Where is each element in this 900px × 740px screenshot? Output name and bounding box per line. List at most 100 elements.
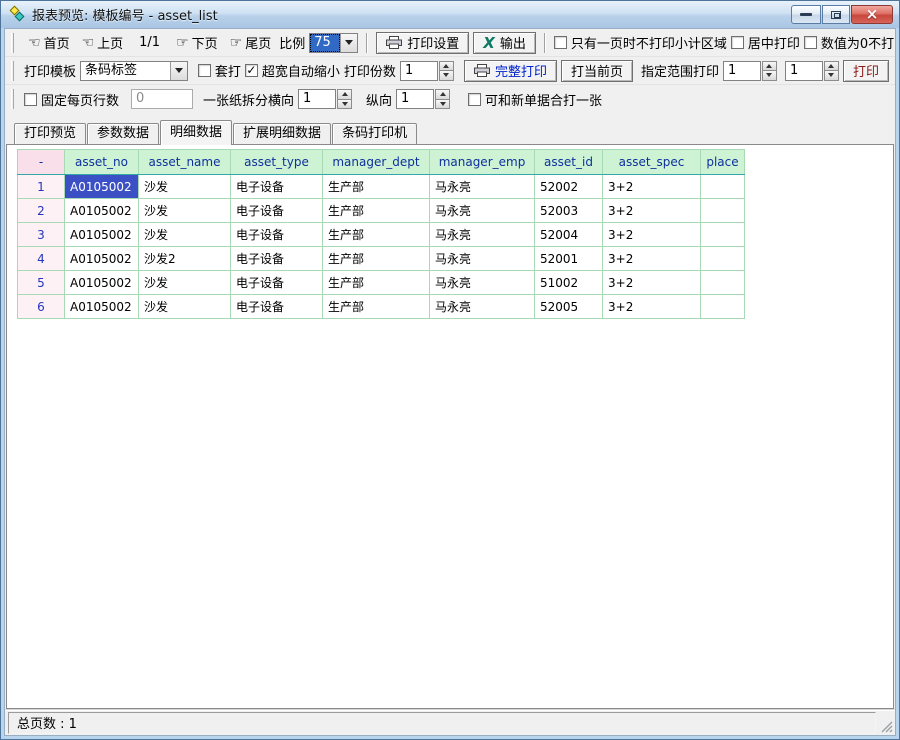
grid-cell[interactable]: 马永亮 (430, 247, 535, 271)
grid-cell[interactable]: 生产部 (323, 223, 430, 247)
print-current-page-button[interactable]: 打当前页 (561, 60, 633, 82)
grid-cell[interactable]: 电子设备 (231, 199, 323, 223)
checkbox-fixed-rows[interactable]: 固定每页行数 (24, 90, 119, 109)
spin-down-icon[interactable] (824, 71, 839, 81)
grid-cell[interactable]: 3+2 (603, 175, 701, 199)
toolbar-grip[interactable] (11, 89, 14, 109)
grid-cell[interactable]: 3+2 (603, 199, 701, 223)
grid-cell[interactable]: 电子设备 (231, 247, 323, 271)
grid-cell[interactable]: 生产部 (323, 295, 430, 319)
split-horizontal-stepper[interactable]: 1 (298, 89, 352, 109)
grid-cell[interactable]: 沙发 (139, 175, 231, 199)
grid-cell[interactable]: 生产部 (323, 175, 430, 199)
table-row[interactable]: 2 A0105002 沙发 电子设备 生产部 马永亮 52003 3+2 (18, 199, 745, 223)
table-row[interactable]: 3 A0105002 沙发 电子设备 生产部 马永亮 52004 3+2 (18, 223, 745, 247)
grid-cell[interactable]: A0105002 (65, 223, 139, 247)
toolbar-grip[interactable] (11, 33, 14, 53)
split-vertical-stepper[interactable]: 1 (396, 89, 450, 109)
checkbox-no-subtotal-one-page[interactable]: 只有一页时不打印小计区域 (554, 33, 727, 52)
grid-cell[interactable]: 51002 (535, 271, 603, 295)
grid-cell[interactable]: 马永亮 (430, 295, 535, 319)
spin-down-icon[interactable] (439, 71, 454, 81)
scale-select[interactable]: 75 (309, 33, 358, 53)
range-from-value[interactable]: 1 (723, 61, 761, 81)
grid-cell[interactable]: 3+2 (603, 295, 701, 319)
grid-cell[interactable]: 3+2 (603, 223, 701, 247)
column-header-asset-id[interactable]: asset_id (535, 150, 603, 175)
row-number-cell[interactable]: 5 (18, 271, 65, 295)
grid-cell[interactable]: 电子设备 (231, 223, 323, 247)
column-header-asset-no[interactable]: asset_no (65, 150, 139, 175)
grid-cell[interactable]: 沙发 (139, 199, 231, 223)
tab-barcode-printer[interactable]: 条码打印机 (332, 123, 417, 144)
minimize-button[interactable] (791, 5, 821, 24)
column-header-manager-emp[interactable]: manager_emp (430, 150, 535, 175)
spin-up-icon[interactable] (824, 61, 839, 72)
grid-corner-header[interactable]: - (18, 150, 65, 175)
column-header-place[interactable]: place (701, 150, 745, 175)
print-button[interactable]: 打印 (843, 60, 889, 82)
grid-cell[interactable] (701, 199, 745, 223)
grid-cell[interactable]: 52001 (535, 247, 603, 271)
grid-cell[interactable]: 电子设备 (231, 295, 323, 319)
tab-print-preview[interactable]: 打印预览 (14, 123, 86, 144)
column-header-asset-spec[interactable]: asset_spec (603, 150, 701, 175)
grid-cell[interactable]: A0105002 (65, 247, 139, 271)
grid-cell[interactable]: 沙发 (139, 271, 231, 295)
copies-stepper[interactable]: 1 (400, 61, 454, 81)
split-horizontal-value[interactable]: 1 (298, 89, 336, 109)
grid-cell[interactable]: 生产部 (323, 271, 430, 295)
print-settings-button[interactable]: 打印设置 (376, 32, 469, 54)
checkbox-merge-new-document[interactable]: 可和新单据合打一张 (468, 90, 602, 109)
spin-up-icon[interactable] (762, 61, 777, 72)
row-number-cell[interactable]: 6 (18, 295, 65, 319)
fixed-rows-input[interactable]: 0 (131, 89, 193, 109)
checkbox-box[interactable] (198, 64, 211, 77)
split-vertical-value[interactable]: 1 (396, 89, 434, 109)
checkbox-zero-not-print[interactable]: 数值为0不打 (804, 33, 894, 52)
chevron-down-icon[interactable] (170, 62, 187, 80)
grid-cell[interactable]: 生产部 (323, 247, 430, 271)
restore-button[interactable] (822, 5, 850, 24)
grid-cell[interactable]: 生产部 (323, 199, 430, 223)
spin-up-icon[interactable] (439, 61, 454, 72)
copies-value[interactable]: 1 (400, 61, 438, 81)
checkbox-box[interactable] (554, 36, 567, 49)
last-page-button[interactable]: 尾页 (226, 30, 276, 55)
grid-cell[interactable]: 马永亮 (430, 223, 535, 247)
first-page-button[interactable]: 首页 (24, 30, 74, 55)
column-header-asset-type[interactable]: asset_type (231, 150, 323, 175)
grid-cell[interactable]: 52004 (535, 223, 603, 247)
tab-detail-data[interactable]: 明细数据 (160, 120, 232, 145)
table-row[interactable]: 4 A0105002 沙发2 电子设备 生产部 马永亮 52001 3+2 (18, 247, 745, 271)
column-header-asset-name[interactable]: asset_name (139, 150, 231, 175)
grid-cell[interactable]: A0105002 (65, 271, 139, 295)
prev-page-button[interactable]: 上页 (78, 30, 128, 55)
row-number-cell[interactable]: 1 (18, 175, 65, 199)
spin-up-icon[interactable] (435, 89, 450, 100)
grid-cell[interactable]: 马永亮 (430, 199, 535, 223)
grid-cell[interactable]: 52002 (535, 175, 603, 199)
full-print-button[interactable]: 完整打印 (464, 60, 557, 82)
grid-cell[interactable]: 电子设备 (231, 271, 323, 295)
title-bar[interactable]: 报表预览: 模板编号 - asset_list (1, 1, 899, 28)
checkbox-box[interactable] (804, 36, 817, 49)
grid-cell[interactable] (701, 175, 745, 199)
grid-cell[interactable]: 3+2 (603, 247, 701, 271)
spin-down-icon[interactable] (337, 100, 352, 110)
tab-parameter-data[interactable]: 参数数据 (87, 123, 159, 144)
resize-grip-icon[interactable] (879, 719, 893, 733)
grid-cell[interactable]: 电子设备 (231, 175, 323, 199)
next-page-button[interactable]: 下页 (172, 30, 222, 55)
grid-cell[interactable]: A0105002 (65, 295, 139, 319)
grid-cell[interactable] (701, 295, 745, 319)
checkbox-overlay-print[interactable]: 套打 (198, 61, 241, 80)
range-to-stepper[interactable]: 1 (785, 61, 839, 81)
grid-cell[interactable] (701, 223, 745, 247)
checkbox-box[interactable] (468, 93, 481, 106)
grid-cell[interactable]: 马永亮 (430, 271, 535, 295)
checkbox-auto-shrink[interactable]: ✓ 超宽自动缩小 (245, 61, 340, 80)
table-row[interactable]: 5 A0105002 沙发 电子设备 生产部 马永亮 51002 3+2 (18, 271, 745, 295)
range-to-value[interactable]: 1 (785, 61, 823, 81)
grid-cell[interactable]: 52005 (535, 295, 603, 319)
